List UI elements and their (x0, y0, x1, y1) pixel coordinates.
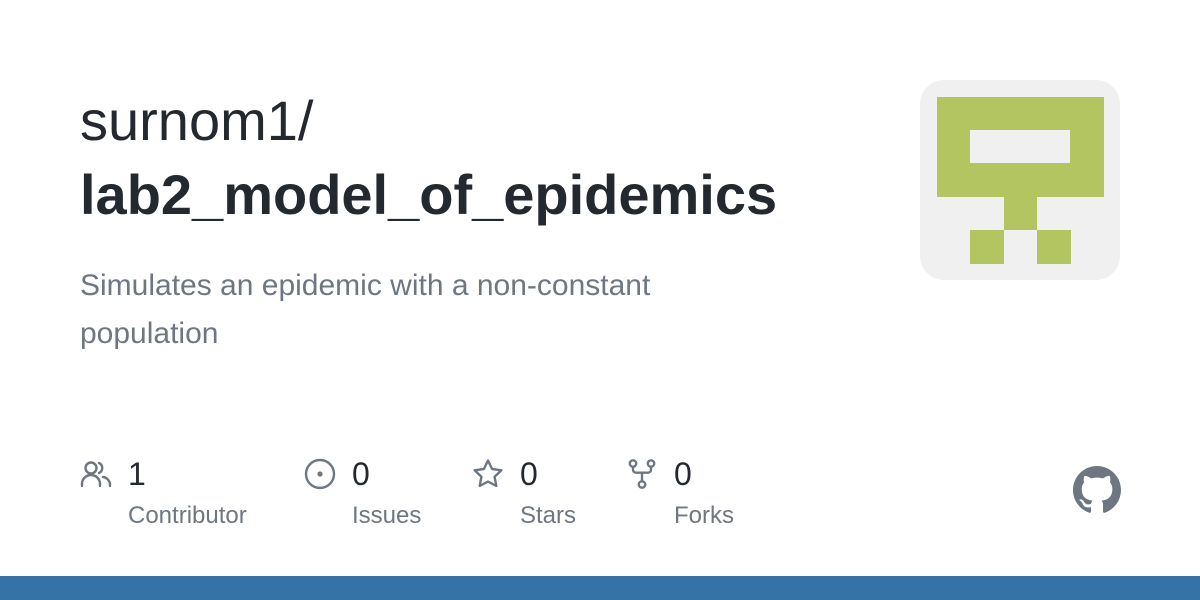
repo-description: Simulates an epidemic with a non-constan… (80, 269, 651, 350)
star-icon (472, 458, 504, 490)
owner-avatar[interactable] (920, 80, 1120, 280)
stat-value: 1 (128, 456, 146, 492)
identicon-icon (937, 97, 1104, 264)
stat-value: 0 (674, 456, 692, 492)
language-bar (0, 576, 1200, 600)
repo-owner[interactable]: surnom1/ (80, 86, 313, 156)
people-icon (80, 458, 112, 490)
issue-icon (304, 458, 336, 490)
stat-label: Forks (674, 502, 734, 529)
repo-social-card: surnom1/ lab2_model_of_epidemics Simulat… (0, 0, 1200, 600)
fork-icon (626, 458, 658, 490)
stat-value: 0 (352, 456, 370, 492)
github-icon[interactable] (1073, 466, 1121, 514)
stat-value: 0 (520, 456, 538, 492)
repo-name[interactable]: lab2_model_of_epidemics (80, 160, 777, 230)
stat-label: Stars (520, 502, 577, 529)
stat-label: Contributor (128, 502, 247, 529)
stat-label: Issues (352, 502, 422, 529)
